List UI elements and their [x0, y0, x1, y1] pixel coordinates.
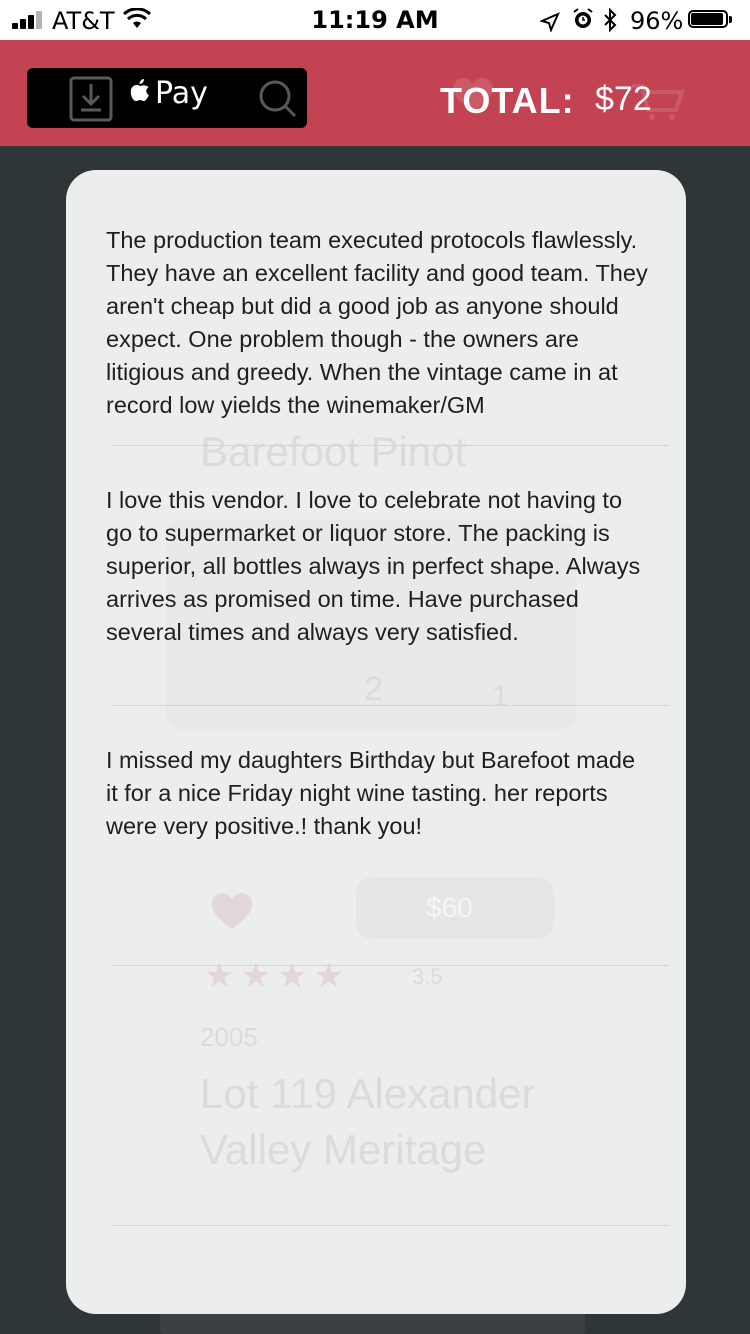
checkout-header: Pay TOTAL: $72 — [0, 40, 750, 146]
reviews-modal[interactable]: Barefoot Pinot 2 1 $60 ★★★★ 3.5 2005 Lot… — [66, 170, 686, 1314]
review-text: I love this vendor. I love to celebrate … — [106, 487, 641, 645]
apple-pay-label: Pay — [155, 76, 208, 111]
apple-pay-button[interactable]: Pay — [27, 68, 307, 128]
background-vintage-year: 2005 — [200, 1022, 258, 1052]
review-divider — [112, 705, 670, 706]
review-text: I missed my daughters Birthday but Baref… — [106, 747, 636, 839]
review-divider — [112, 1225, 670, 1226]
alarm-icon — [572, 8, 594, 36]
battery-percentage: 96% — [630, 7, 684, 35]
download-icon — [69, 76, 113, 127]
background-quantity-left: 2 — [364, 670, 383, 708]
background-quantity-right: 1 — [492, 680, 509, 713]
total-label: TOTAL: — [440, 80, 575, 121]
review-divider — [112, 445, 670, 446]
apple-logo-icon — [129, 76, 151, 111]
background-rating-value: 3.5 — [412, 964, 443, 989]
review-text: The production team executed protocols f… — [106, 227, 648, 418]
total-amount: $72 — [595, 80, 652, 118]
background-price: $60 — [426, 892, 473, 923]
background-wine-name: Barefoot Pinot — [200, 428, 467, 475]
location-arrow-icon — [539, 10, 560, 38]
search-icon — [257, 78, 297, 123]
status-bar: AT&T 11:19 AM 96% — [0, 0, 750, 40]
background-heart-icon — [206, 888, 258, 937]
bluetooth-icon — [602, 7, 618, 38]
background-rating-stars-icon: ★★★★ — [204, 957, 350, 995]
background-wine-name-line2: Valley Meritage — [200, 1126, 487, 1173]
background-wine-name-line1: Lot 119 Alexander — [200, 1070, 536, 1117]
review-divider — [112, 965, 670, 966]
battery-icon — [688, 10, 734, 30]
